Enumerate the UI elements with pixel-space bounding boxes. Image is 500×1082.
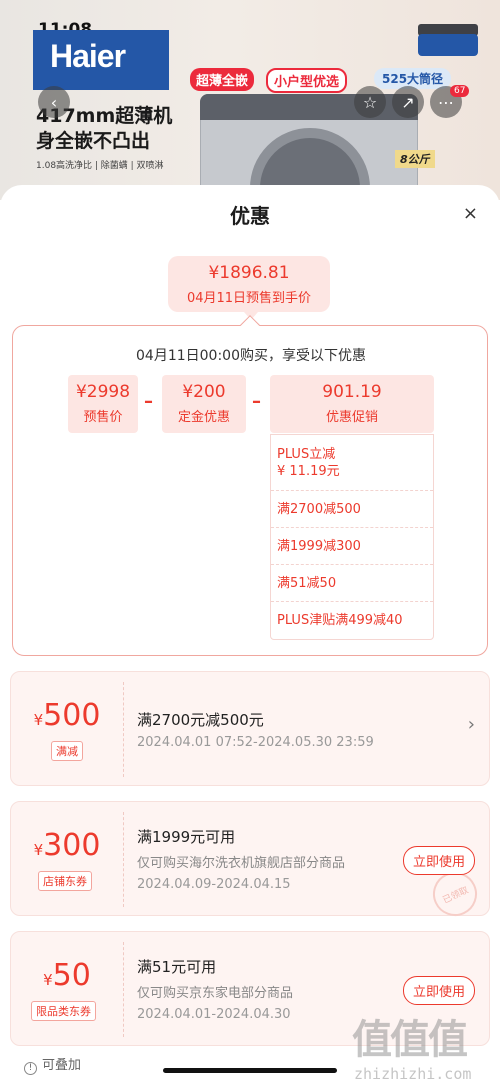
promo-item: 满51减50 (271, 565, 433, 602)
watermark-site: zhizhizhi.com (354, 1065, 472, 1082)
coupon-amount: ¥500 (11, 698, 123, 733)
stackable-note: ! 可叠加 (24, 1054, 81, 1075)
promo-item-title: 满2700减500 (277, 501, 361, 517)
chevron-right-icon[interactable]: › (468, 714, 475, 735)
final-price-value: ¥1896.81 (208, 263, 290, 283)
banner-capacity: 8公斤 (395, 150, 435, 168)
promo-discount-label: 优惠促销 (325, 410, 378, 425)
info-icon: ! (24, 1062, 37, 1075)
coupon-amount-value: 50 (52, 958, 91, 993)
discount-sheet: 优惠 × ¥1896.81 04月11日预售到手价 04月11日00:00购买，… (0, 185, 500, 1082)
close-icon[interactable]: × (463, 203, 478, 224)
back-icon[interactable]: ‹ (38, 86, 70, 118)
coupon-condition: 满51元可用 (137, 958, 217, 976)
minus-sign: – (252, 391, 261, 412)
coupon-date: 2024.04.01-2024.04.30 (137, 1007, 291, 1022)
coupon-scope: 仅可购买京东家电部分商品 (137, 986, 294, 1001)
promo-item: PLUS津贴满499减40 (271, 602, 433, 639)
currency-symbol: ¥ (33, 711, 44, 729)
stackable-label: 可叠加 (42, 1058, 82, 1073)
banner-badge (418, 34, 478, 56)
coupon-type-badge: 店铺东券 (38, 871, 92, 891)
banner-subline: 1.08高洗净比 | 除菌螨 | 双喷淋 (36, 161, 164, 171)
promo-item-amount: ¥ 11.19元 (277, 463, 340, 479)
coupon-amount: ¥50 (11, 958, 123, 993)
promo-discount-value: 901.19 (322, 382, 382, 402)
star-icon[interactable]: ☆ (354, 86, 386, 118)
use-now-button[interactable]: 立即使用 (402, 846, 475, 875)
coupon-amount: ¥300 (11, 828, 123, 863)
final-price-box: ¥1896.81 04月11日预售到手价 (168, 256, 330, 312)
coupon-type-badge: 限品类东券 (31, 1001, 96, 1021)
home-indicator (163, 1068, 337, 1073)
promo-item: 满1999减300 (271, 528, 433, 565)
currency-symbol: ¥ (43, 971, 53, 989)
watermark-glyphs: 值值值 (352, 1017, 468, 1063)
promo-item-title: PLUS津贴满499减40 (277, 613, 403, 628)
promo-item-title: PLUS立减 (277, 446, 336, 462)
presale-price-label: 预售价 (83, 410, 123, 425)
coupon-amount-value: 300 (43, 828, 101, 863)
promo-item-title: 满51减50 (277, 575, 337, 591)
coupon-card[interactable]: ¥500 满减 满2700元减500元 2024.04.01 07:52-202… (10, 671, 490, 786)
cart-count-badge: 67 (450, 85, 470, 97)
coupon-condition: 满2700元减500元 (137, 711, 264, 729)
coupon-divider (123, 812, 124, 907)
coupon-date: 2024.04.01 07:52-2024.05.30 23:59 (137, 735, 374, 750)
deposit-discount-box: ¥200 定金优惠 (162, 375, 246, 433)
presale-price-box: ¥2998 预售价 (68, 375, 138, 433)
coupon-condition: 满1999元可用 (137, 828, 236, 846)
minus-sign: – (144, 391, 153, 412)
banner-tag-slim: 超薄全嵌 (190, 68, 255, 91)
product-banner: 11:08 Haier 417mm超薄机身全嵌不凸出 1.08高洗净比 | 除菌… (0, 0, 500, 200)
banner-tag-small-home: 小户型优选 (266, 68, 348, 93)
share-icon[interactable]: ↗ (392, 86, 424, 118)
use-now-button[interactable]: 立即使用 (402, 976, 475, 1005)
deposit-discount-value: ¥200 (182, 382, 226, 402)
promo-item: 满2700减500 (271, 491, 433, 528)
coupon-card: ¥300 店铺东券 满1999元可用 仅可购买海尔洗衣机旗舰店部分商品 2024… (10, 801, 490, 924)
site-watermark: 值值值 zhizhizhi.com (352, 1007, 471, 1082)
promo-list: PLUS立减 ¥ 11.19元 满2700减500 满1999减300 满51减… (270, 434, 434, 640)
breakdown-caption: 04月11日00:00购买，享受以下优惠 (136, 348, 366, 364)
promo-item-title: 满1999减300 (277, 538, 361, 554)
brand-logo: Haier (50, 38, 126, 74)
price-breakdown-panel: 04月11日00:00购买，享受以下优惠 ¥2998 预售价 – ¥200 定金… (12, 325, 488, 656)
deposit-discount-label: 定金优惠 (177, 410, 230, 425)
presale-price-value: ¥2998 (75, 382, 131, 402)
coupon-divider (123, 942, 124, 1037)
promo-discount-box: 901.19 优惠促销 (270, 375, 434, 433)
sheet-title: 优惠 (230, 204, 270, 228)
coupon-divider (123, 682, 124, 777)
coupon-date: 2024.04.09-2024.04.15 (137, 877, 291, 892)
coupon-amount-value: 500 (43, 698, 101, 733)
coupon-scope: 仅可购买海尔洗衣机旗舰店部分商品 (137, 856, 346, 871)
coupon-type-badge: 满减 (51, 741, 83, 761)
final-price-label: 04月11日预售到手价 (186, 291, 312, 306)
promo-item: PLUS立减 ¥ 11.19元 (271, 435, 433, 491)
currency-symbol: ¥ (33, 841, 44, 859)
